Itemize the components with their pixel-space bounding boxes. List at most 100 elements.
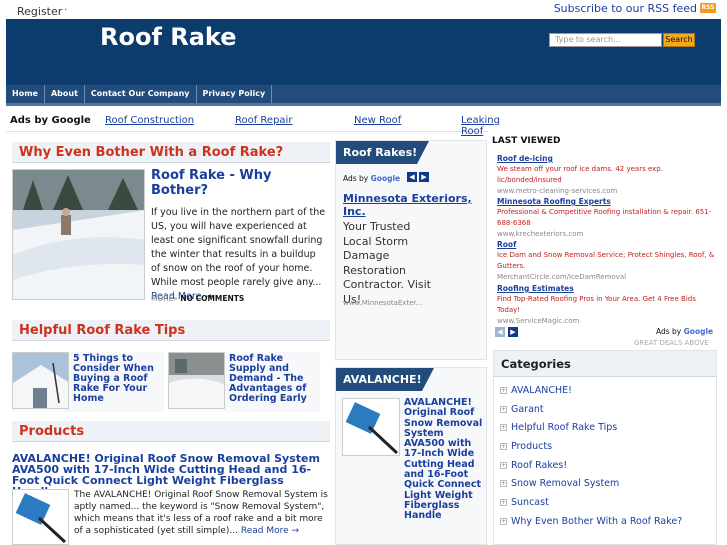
lv-ad-3[interactable]: Roof Ice Dam and Snow Removal Service; Pr… <box>497 239 717 283</box>
separator-dot: · <box>64 3 68 16</box>
nav-home[interactable]: Home <box>6 85 45 103</box>
ad-prev-arrow[interactable]: ◀ <box>407 172 417 182</box>
product-read-more-link[interactable]: Read More → <box>241 526 299 536</box>
lv-ad-4[interactable]: Roofing Estimates Find Top-Rated Roofing … <box>497 283 717 327</box>
categories-widget: Categories + AVALANCHE! + Garant + Helpful … <box>493 350 717 545</box>
category-label[interactable]: Snow Removal System <box>511 478 619 489</box>
category-roof-rakes[interactable]: + Roof Rakes! <box>500 460 567 471</box>
lv-ad-2-title[interactable]: Minnesota Roofing Experts <box>497 196 717 207</box>
site-header: Roof Rake <box>6 19 721 85</box>
category-products[interactable]: + Products <box>500 441 552 452</box>
widget-avalanche: AVALANCHE! AVALANCHE! Original Roof Snow… <box>335 367 487 545</box>
category-label[interactable]: Suncast <box>511 497 549 508</box>
ads-by-google-label: Ads by Google <box>10 115 91 126</box>
nav-privacy[interactable]: Privacy Policy <box>197 85 273 103</box>
roof-rake-product-photo <box>13 490 68 544</box>
plus-icon: + <box>500 499 507 506</box>
plus-icon: + <box>500 424 507 431</box>
post-excerpt-text: If you live in the northern part of the … <box>151 207 326 288</box>
ads-by-text: Ads by <box>343 174 369 183</box>
ad-next-arrow[interactable]: ▶ <box>419 172 429 182</box>
tip-2-title[interactable]: Roof Rake Supply and Demand - The Advant… <box>229 354 317 404</box>
category-label[interactable]: Products <box>511 441 552 452</box>
ad-link-leaking-roof[interactable]: Leaking Roof <box>461 115 500 137</box>
lv-ad-4-url[interactable]: www.ServiceMagic.com <box>497 316 717 327</box>
lv-ad-4-title[interactable]: Roofing Estimates <box>497 283 717 294</box>
section-title-tips[interactable]: Helpful Roof Rake Tips <box>12 320 330 341</box>
tip-card-1[interactable]: 5 Things to Consider When Buying a Roof … <box>12 352 164 412</box>
plus-icon: + <box>500 518 507 525</box>
category-why-bother[interactable]: + Why Even Bother With a Roof Rake? <box>500 516 682 527</box>
widget-avalanche-title[interactable]: AVALANCHE! <box>336 368 434 391</box>
main-nav: Home About Contact Our Company Privacy P… <box>6 85 721 106</box>
search-button[interactable]: Search <box>663 33 695 47</box>
section-title-products[interactable]: Products <box>12 421 330 442</box>
lv-ad-1-desc[interactable]: We steam off your roof ice dams. 42 year… <box>497 164 717 186</box>
post-excerpt: If you live in the northern part of the … <box>151 206 327 304</box>
category-garant[interactable]: + Garant <box>500 404 544 415</box>
category-label[interactable]: Roof Rakes! <box>511 460 567 471</box>
lv-ad-3-title[interactable]: Roof <box>497 239 717 250</box>
snow-roof-photo <box>13 170 144 299</box>
lv-prev-arrow[interactable]: ◀ <box>495 327 505 337</box>
lv-ad-3-url[interactable]: MerchantCircle.com/IceDamRemoval <box>497 272 717 283</box>
lv-ad-4-desc[interactable]: Find Top-Rated Roofing Pros in Your Area… <box>497 294 717 316</box>
lv-ad-1[interactable]: Roof de-icing We steam off your roof ice … <box>497 153 717 197</box>
plus-icon: + <box>500 406 507 413</box>
category-snow-removal[interactable]: + Snow Removal System <box>500 478 619 489</box>
plus-icon: + <box>500 443 507 450</box>
comments-count[interactable]: NO COMMENTS <box>180 294 244 303</box>
rss-icon[interactable]: RSS <box>700 3 716 13</box>
ad-url[interactable]: www.MinnesotaExter... <box>343 299 422 307</box>
ad-link-roof-repair[interactable]: Roof Repair <box>235 115 292 126</box>
lv-ad-1-title[interactable]: Roof de-icing <box>497 153 717 164</box>
category-label[interactable]: Helpful Roof Rake Tips <box>511 422 617 433</box>
lv-ad-2-desc[interactable]: Professional & Competitive Roofing insta… <box>497 207 717 229</box>
ad-link-new-roof[interactable]: New Roof <box>354 115 401 126</box>
lv-next-arrow[interactable]: ▶ <box>508 327 518 337</box>
nav-about[interactable]: About <box>45 85 85 103</box>
snow-roof-image[interactable] <box>12 169 145 300</box>
product-image[interactable] <box>12 489 69 545</box>
tip-card-2[interactable]: Roof Rake Supply and Demand - The Advant… <box>168 352 320 412</box>
ads-by-google-badge[interactable]: Ads by Google <box>343 174 400 183</box>
search-input[interactable]: Type to search... <box>549 33 662 47</box>
snowy-house-photo <box>13 353 68 408</box>
ad-link-roof-construction[interactable]: Roof Construction <box>105 115 194 126</box>
great-deals-label: GREAT DEALS ABOVE <box>634 339 709 347</box>
top-bar: Register · Subscribe to our RSS feed RSS <box>0 0 727 19</box>
lv-ads-by-google[interactable]: Ads by Google <box>656 327 713 336</box>
category-label[interactable]: AVALANCHE! <box>511 385 572 396</box>
tip-1-title[interactable]: 5 Things to Consider When Buying a Roof … <box>73 354 161 404</box>
register-link[interactable]: Register <box>17 5 62 18</box>
category-label[interactable]: Why Even Bother With a Roof Rake? <box>511 516 682 527</box>
plus-icon: + <box>500 462 507 469</box>
lv-google-logo: Google <box>683 327 714 336</box>
widget-product-image[interactable] <box>342 398 400 456</box>
ad-text[interactable]: Your Trusted Local Storm Damage Restorat… <box>343 220 433 307</box>
last-viewed-title: LAST VIEWED <box>492 136 561 146</box>
roof-rake-product-photo <box>343 399 399 455</box>
categories-title: Categories <box>494 351 716 377</box>
product-excerpt: The AVALANCHE! Original Roof Snow Remova… <box>74 489 328 537</box>
google-logo: Google <box>370 174 401 183</box>
category-suncast[interactable]: + Suncast <box>500 497 549 508</box>
category-avalanche[interactable]: + AVALANCHE! <box>500 385 572 396</box>
tip-2-image[interactable] <box>168 352 225 409</box>
ad-title[interactable]: Minnesota Exteriors, Inc. <box>343 192 483 218</box>
post-title-roof-rake-why-bother[interactable]: Roof Rake - Why Bother? <box>151 168 331 198</box>
nav-contact[interactable]: Contact Our Company <box>85 85 197 103</box>
widget-roof-rakes-title[interactable]: Roof Rakes! <box>336 141 430 164</box>
category-label[interactable]: Garant <box>511 404 544 415</box>
snowy-yard-photo <box>169 353 224 408</box>
tip-1-image[interactable] <box>12 352 69 409</box>
plus-icon: + <box>500 387 507 394</box>
site-title[interactable]: Roof Rake <box>100 23 237 51</box>
category-tips[interactable]: + Helpful Roof Rake Tips <box>500 422 617 433</box>
more-label[interactable]: MORE» <box>151 294 178 303</box>
lv-ad-3-desc[interactable]: Ice Dam and Snow Removal Service; Protec… <box>497 250 717 272</box>
widget-product-title[interactable]: AVALANCHE! Original Roof Snow Removal Sy… <box>404 397 486 522</box>
section-title-why-bother[interactable]: Why Even Bother With a Roof Rake? <box>12 142 330 163</box>
rss-subscribe-link[interactable]: Subscribe to our RSS feed <box>554 2 697 15</box>
lv-ad-2[interactable]: Minnesota Roofing Experts Professional & … <box>497 196 717 240</box>
